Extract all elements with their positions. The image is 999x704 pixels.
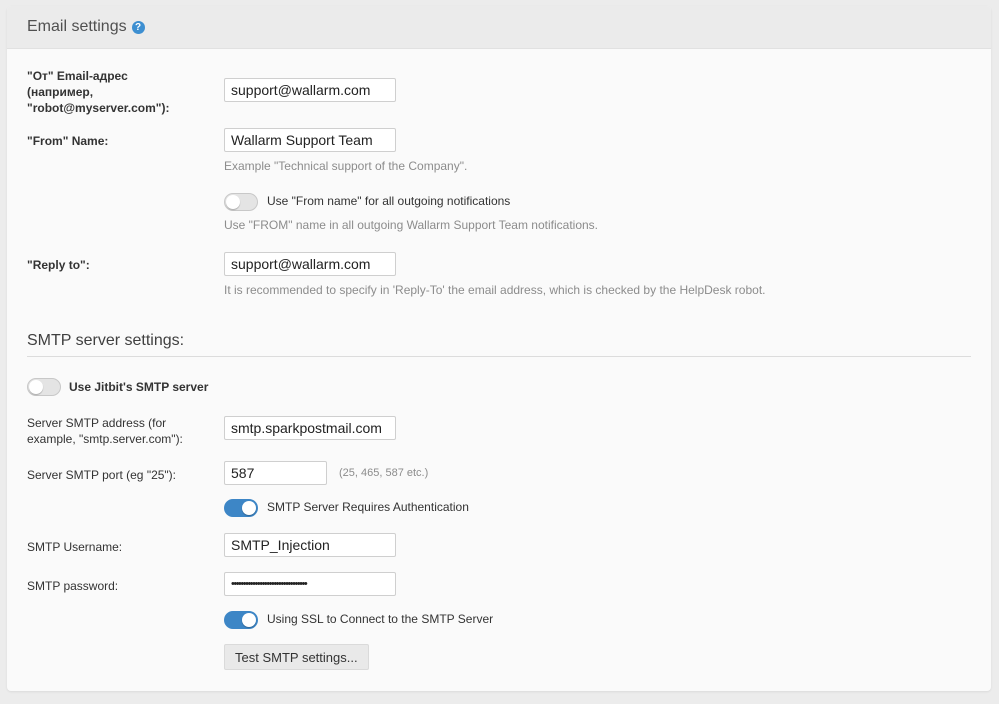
from-name-hint: Example "Technical support of the Compan… [224, 159, 468, 173]
smtp-username-input[interactable] [224, 533, 396, 557]
smtp-port-input[interactable] [224, 461, 327, 485]
smtp-address-input[interactable] [224, 416, 396, 440]
toggle-knob [226, 195, 240, 209]
use-jitbit-smtp-toggle[interactable] [27, 378, 61, 396]
from-address-input[interactable] [224, 78, 396, 102]
smtp-ssl-toggle[interactable] [224, 611, 258, 629]
smtp-username-label: SMTP Username: [27, 540, 123, 554]
toggle-knob [29, 380, 43, 394]
panel-header: Email settings ? [7, 6, 991, 49]
page-title: Email settings [27, 18, 127, 35]
smtp-port-hint: (25, 465, 587 etc.) [339, 467, 429, 479]
from-name-input[interactable] [224, 128, 396, 152]
from-address-label: "От" Email-адрес (например, "robot@myser… [27, 69, 170, 115]
smtp-port-label: Server SMTP port (eg "25"): [27, 468, 177, 482]
use-from-name-hint: Use "FROM" name in all outgoing Wallarm … [224, 218, 599, 232]
smtp-auth-label: SMTP Server Requires Authentication [267, 500, 469, 514]
email-settings-panel: Email settings ? "От" Email-адрес (напри… [7, 6, 991, 691]
use-from-name-label: Use "From name" for all outgoing notific… [267, 194, 511, 208]
use-jitbit-smtp-label: Use Jitbit's SMTP server [69, 380, 209, 394]
smtp-password-input[interactable]: •••••••••••••••••••••••••••••••• [224, 572, 396, 596]
reply-to-label: "Reply to": [27, 258, 90, 272]
smtp-password-label: SMTP password: [27, 579, 119, 593]
section-divider [27, 356, 971, 357]
from-name-label: "From" Name: [27, 134, 109, 148]
toggle-knob [242, 501, 256, 515]
smtp-ssl-label: Using SSL to Connect to the SMTP Server [267, 612, 494, 626]
test-smtp-button[interactable]: Test SMTP settings... [224, 644, 369, 670]
smtp-auth-toggle[interactable] [224, 499, 258, 517]
question-circle-icon[interactable]: ? [131, 20, 145, 34]
use-from-name-toggle[interactable] [224, 193, 258, 211]
reply-to-hint: It is recommended to specify in 'Reply-T… [224, 283, 766, 297]
smtp-section-title: SMTP server settings: [27, 332, 185, 349]
smtp-address-label: Server SMTP address (for example, "smtp.… [27, 416, 183, 446]
toggle-knob [242, 613, 256, 627]
reply-to-input[interactable] [224, 252, 396, 276]
